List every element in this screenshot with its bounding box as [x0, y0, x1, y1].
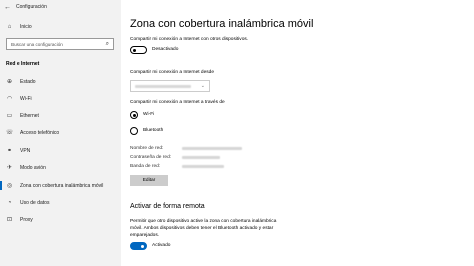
sidebar: ← Configuración ⌂ Inicio Buscar una conf… [0, 0, 121, 266]
sidebar-item-label: Acceso telefónico [20, 129, 60, 136]
remote-activation-heading: Activar de forma remota [130, 203, 205, 210]
sidebar-item-label: Wi-Fi [20, 95, 32, 102]
sidebar-item-estado[interactable]: ⊕ Estado [0, 75, 121, 88]
network-password-value-redacted [182, 156, 220, 159]
sidebar-item-home[interactable]: ⌂ Inicio [0, 20, 121, 33]
main-content: Zona con cobertura inalámbrica móvil Com… [121, 0, 474, 266]
radio-bluetooth-label: Bluetooth [143, 128, 164, 133]
wifi-icon: ◠ [6, 95, 13, 102]
share-connection-label: Compartir mi conexión a Internet con otr… [130, 37, 249, 42]
toggle-knob [141, 244, 144, 248]
sidebar-item-label: Proxy [20, 216, 33, 223]
sidebar-item-data-usage[interactable]: ◔ Uso de datos [0, 196, 121, 209]
radio-bluetooth[interactable] [130, 127, 138, 135]
sidebar-item-airplane-mode[interactable]: ✈ Modo avión [0, 161, 121, 174]
home-icon: ⌂ [7, 23, 12, 30]
title-bar: ← Configuración [0, 0, 121, 14]
window-title: Configuración [16, 4, 47, 10]
sidebar-item-label: Inicio [20, 23, 32, 30]
page-title: Zona con cobertura inalámbrica móvil [130, 18, 314, 30]
remote-description-line3: emparejados. [130, 233, 160, 238]
sidebar-item-proxy[interactable]: ⊡ Proxy [0, 213, 121, 226]
airplane-icon: ✈ [6, 164, 13, 171]
vpn-icon: ⚭ [6, 147, 13, 154]
network-name-label: Nombre de red: [130, 146, 164, 151]
radio-wifi-label: Wi-Fi [143, 112, 155, 117]
network-name-value-redacted [182, 147, 242, 150]
sidebar-item-label: Uso de datos [20, 199, 50, 206]
remote-description-line2: móvil. Ambos dispositivos deben tener el… [130, 226, 274, 231]
sidebar-item-mobile-hotspot[interactable]: ◎ Zona con cobertura inalámbrica móvil [0, 179, 121, 192]
sidebar-item-label: Ethernet [20, 112, 39, 119]
sidebar-item-wifi[interactable]: ◠ Wi-Fi [0, 92, 121, 105]
hotspot-icon: ◎ [6, 182, 13, 189]
chevron-down-icon: ⌄ [200, 83, 205, 89]
globe-icon: ⊕ [6, 78, 13, 85]
sidebar-item-vpn[interactable]: ⚭ VPN [0, 144, 121, 157]
search-input[interactable]: Buscar una configuración ⌕ [6, 38, 114, 50]
section-label: Red e Internet [6, 61, 40, 67]
sidebar-item-label: Modo avión [20, 164, 46, 171]
sidebar-item-label: Zona con cobertura inalámbrica móvil [20, 182, 104, 189]
share-from-label: Compartir mi conexión a Internet desde [130, 70, 214, 75]
share-from-select[interactable]: ⌄ [130, 80, 210, 92]
remote-activation-toggle[interactable] [130, 242, 147, 250]
network-band-label: Banda de red: [130, 164, 161, 169]
remote-toggle-state: Activado [152, 243, 171, 248]
network-band-value-redacted [182, 165, 224, 168]
sidebar-item-ethernet[interactable]: ▭ Ethernet [0, 109, 121, 122]
sidebar-item-label: Estado [20, 78, 36, 85]
share-toggle-state: Desactivado [152, 47, 179, 52]
back-arrow-icon[interactable]: ← [4, 4, 12, 11]
radio-wifi[interactable] [130, 111, 138, 119]
ethernet-icon: ▭ [6, 112, 13, 119]
share-connection-toggle[interactable] [130, 46, 147, 54]
proxy-icon: ⊡ [6, 216, 13, 223]
toggle-knob [133, 48, 136, 52]
sidebar-item-dialup[interactable]: ☏ Acceso telefónico [0, 126, 121, 139]
network-password-label: Contraseña de red: [130, 155, 172, 160]
search-placeholder: Buscar una configuración [11, 41, 63, 47]
dialup-icon: ☏ [5, 129, 14, 136]
remote-description-line1: Permitir que otro dispositivo active la … [130, 219, 277, 224]
edit-button[interactable]: Editar [130, 175, 168, 186]
data-usage-icon: ◔ [7, 199, 12, 206]
share-via-label: Compartir mi conexión a Internet a travé… [130, 100, 225, 105]
search-icon: ⌕ [105, 40, 109, 47]
share-from-value-redacted [135, 84, 191, 88]
sidebar-item-label: VPN [20, 147, 31, 154]
